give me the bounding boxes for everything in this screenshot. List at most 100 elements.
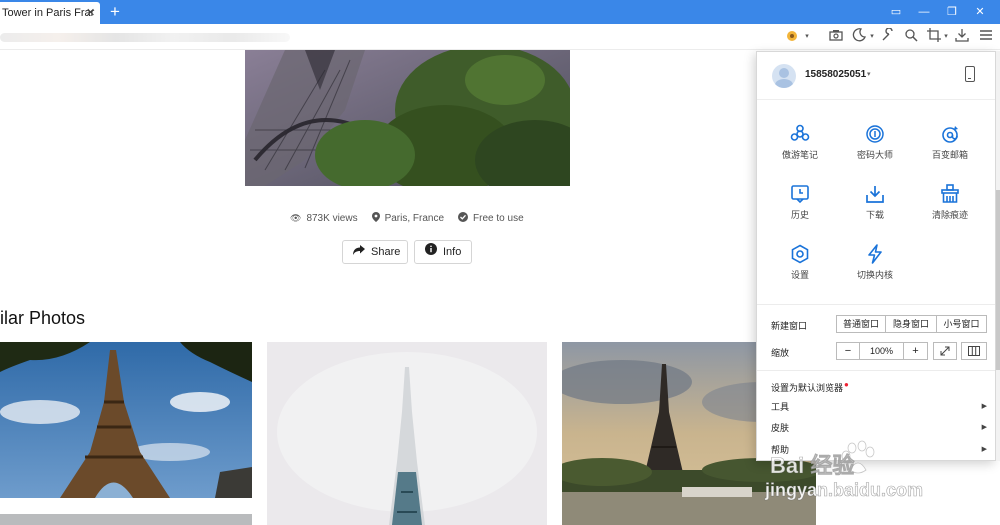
tab-strip: Tower in Paris Frar ✕ + ▭ — ❐ ✕ — [0, 0, 1000, 24]
similar-photo[interactable] — [267, 342, 547, 525]
browser-main-menu: 15858025051 ▾ 傲游笔记 密码大师 百变邮箱 历史 下载 清除痕迹 … — [756, 51, 996, 461]
info-button[interactable]: Info — [414, 240, 472, 264]
skin-label: 皮肤 — [771, 423, 790, 433]
zoom-value: 100% — [860, 342, 904, 360]
notification-dot: ● — [844, 380, 849, 389]
crop-dropdown-icon[interactable]: ▾ — [942, 28, 950, 46]
views-count: 873K views — [306, 212, 358, 224]
similar-photo[interactable] — [0, 514, 252, 525]
location-text[interactable]: Paris, France — [385, 213, 444, 224]
tools-menu-item[interactable]: 工具 ▶ — [771, 400, 987, 414]
crop-icon[interactable] — [926, 28, 942, 46]
translate-icon[interactable] — [903, 28, 919, 46]
tab-close-icon[interactable]: ✕ — [86, 2, 98, 24]
share-button[interactable]: Share — [342, 240, 408, 264]
watermark-logo-text: Bai 经验 — [770, 453, 855, 479]
photo-stats: 👁 873K views Paris, France Free to use — [290, 210, 538, 226]
zoom-in-button[interactable]: + — [904, 342, 928, 360]
zoom-label: 缩放 — [771, 348, 790, 358]
fullscreen-button[interactable] — [933, 342, 957, 360]
clear-icon — [941, 184, 959, 203]
menu-divider — [757, 304, 995, 305]
new-tab-button[interactable]: + — [107, 2, 123, 22]
tools-label: 工具 — [771, 402, 790, 412]
views-stat: 👁 873K views — [290, 213, 358, 224]
normal-window-button[interactable]: 普通窗口 — [836, 315, 886, 333]
extension-dropdown-icon[interactable]: ▾ — [803, 28, 811, 46]
chevron-down-icon[interactable]: ▾ — [867, 70, 871, 78]
license-text[interactable]: Free to use — [473, 213, 524, 224]
menu-item-label: 历史 — [790, 210, 809, 220]
expand-icon — [940, 346, 950, 356]
main-photo[interactable] — [245, 50, 570, 186]
menu-item-notes[interactable]: 傲游笔记 — [765, 124, 835, 174]
user-account-row[interactable]: 15858025051 ▾ — [757, 52, 995, 100]
menu-item-label: 傲游笔记 — [781, 150, 818, 160]
scrollbar-thumb[interactable] — [996, 190, 1000, 370]
info-icon — [425, 241, 437, 263]
lightning-icon — [868, 244, 882, 264]
mobile-sync-icon[interactable] — [965, 66, 975, 82]
menu-item-password[interactable]: 密码大师 — [840, 124, 910, 174]
share-label: Share — [371, 246, 401, 258]
tab-title: Tower in Paris Frar — [2, 7, 95, 19]
download-icon[interactable] — [954, 28, 970, 46]
check-circle-icon — [458, 212, 469, 224]
browser-toolbar: ▾ ▾ ▾ — [0, 24, 1000, 50]
settings-icon — [791, 244, 809, 264]
menu-item-label: 切换内核 — [856, 270, 893, 280]
location-pin-icon — [371, 212, 380, 224]
small-window-button[interactable]: 小号窗口 — [937, 315, 987, 333]
menu-item-label: 下载 — [865, 210, 884, 220]
skin-menu-item[interactable]: 皮肤 ▶ — [771, 421, 987, 435]
columns-icon — [968, 346, 980, 356]
download-icon — [866, 186, 884, 203]
address-bar-blurred[interactable] — [0, 33, 290, 42]
password-icon — [866, 125, 884, 143]
username[interactable]: 15858025051 — [805, 69, 866, 80]
similar-photos-heading: ilar Photos — [0, 308, 86, 328]
menu-divider — [757, 370, 995, 371]
eye-icon: 👁 — [290, 212, 302, 223]
sidebar-toggle-button[interactable]: ▭ — [882, 0, 910, 24]
split-view-button[interactable] — [961, 342, 987, 360]
chevron-right-icon: ▶ — [981, 424, 987, 431]
extension-icon[interactable] — [784, 28, 800, 46]
incognito-window-button[interactable]: 隐身窗口 — [886, 315, 937, 333]
restore-button[interactable]: ❐ — [938, 0, 966, 24]
license-stat: Free to use — [458, 212, 524, 224]
new-window-label: 新建窗口 — [771, 321, 808, 331]
screenshot-icon[interactable] — [828, 28, 844, 46]
menu-item-label: 设置 — [790, 270, 809, 280]
menu-item-mail[interactable]: 百变邮箱 — [915, 124, 985, 174]
close-window-button[interactable]: ✕ — [966, 0, 994, 24]
watermark-url: jingyan.baidu.com — [765, 480, 924, 501]
night-mode-dropdown-icon[interactable]: ▾ — [868, 28, 876, 46]
menu-item-history[interactable]: 历史 — [765, 184, 835, 234]
menu-item-download[interactable]: 下载 — [840, 184, 910, 234]
zoom-out-button[interactable]: − — [836, 342, 860, 360]
set-default-browser-item[interactable]: 设置为默认浏览器● — [771, 378, 987, 393]
notes-icon — [790, 124, 810, 141]
tools-icon[interactable] — [880, 27, 896, 46]
menu-item-label: 百变邮箱 — [931, 150, 968, 160]
location-stat: Paris, France — [371, 212, 444, 224]
menu-item-settings[interactable]: 设置 — [765, 244, 835, 294]
mail-icon — [942, 126, 958, 143]
avatar[interactable] — [772, 64, 796, 88]
tab-active[interactable]: Tower in Paris Frar ✕ — [0, 2, 100, 24]
info-label: Info — [443, 246, 462, 258]
night-mode-icon[interactable] — [851, 28, 867, 46]
history-icon — [791, 185, 809, 204]
menu-item-switch-core[interactable]: 切换内核 — [840, 244, 910, 294]
menu-item-label: 密码大师 — [856, 150, 893, 160]
menu-item-label: 清除痕迹 — [931, 210, 968, 220]
similar-photo[interactable] — [0, 342, 252, 498]
menu-icon[interactable] — [978, 28, 994, 46]
set-default-browser-label: 设置为默认浏览器 — [771, 383, 844, 393]
chevron-right-icon: ▶ — [981, 403, 987, 410]
share-arrow-icon — [353, 241, 365, 263]
window-controls: ▭ — ❐ ✕ — [882, 0, 994, 24]
menu-item-clear[interactable]: 清除痕迹 — [915, 184, 985, 234]
minimize-button[interactable]: — — [910, 0, 938, 24]
